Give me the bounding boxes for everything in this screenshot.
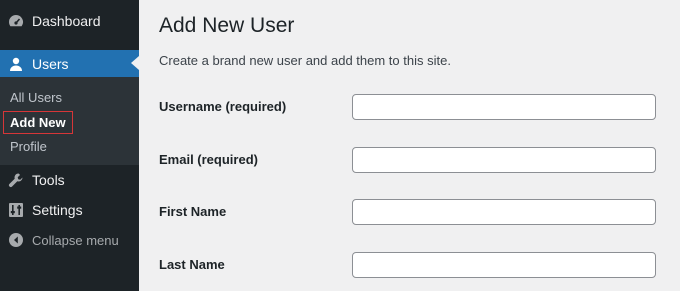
email-input[interactable] xyxy=(352,147,656,173)
users-submenu: All Users Add New Profile xyxy=(0,77,139,165)
menu-label-tools: Tools xyxy=(32,172,65,188)
username-input[interactable] xyxy=(352,94,656,120)
submenu-item-profile[interactable]: Profile xyxy=(10,139,47,154)
email-label: Email (required) xyxy=(159,152,258,167)
menu-label-dashboard: Dashboard xyxy=(32,13,101,29)
form-row-username: Username (required) xyxy=(159,94,659,120)
collapse-arrow-icon xyxy=(8,232,24,248)
submenu-item-all-users[interactable]: All Users xyxy=(10,90,62,105)
form-row-first-name: First Name xyxy=(159,199,659,225)
menu-label-collapse: Collapse menu xyxy=(32,232,119,248)
menu-item-dashboard[interactable]: Dashboard xyxy=(0,8,139,34)
submenu-item-add-new[interactable]: Add New xyxy=(3,111,73,134)
user-icon xyxy=(8,56,24,72)
form-row-email: Email (required) xyxy=(159,147,659,173)
menu-item-tools[interactable]: Tools xyxy=(0,168,139,192)
main-content: Add New User Create a brand new user and… xyxy=(139,0,680,291)
admin-sidebar: Dashboard Users All Users Add New Profil… xyxy=(0,0,139,291)
first-name-label: First Name xyxy=(159,204,227,219)
dashboard-icon xyxy=(8,13,24,29)
settings-sliders-icon xyxy=(8,202,24,218)
collapse-menu-button[interactable]: Collapse menu xyxy=(0,228,139,252)
wrench-icon xyxy=(8,172,24,188)
form-row-last-name: Last Name xyxy=(159,252,659,278)
last-name-label: Last Name xyxy=(159,257,225,272)
page-description: Create a brand new user and add them to … xyxy=(159,53,451,68)
menu-item-settings[interactable]: Settings xyxy=(0,198,139,222)
first-name-input[interactable] xyxy=(352,199,656,225)
username-label: Username (required) xyxy=(159,99,287,114)
wp-admin-screen: Dashboard Users All Users Add New Profil… xyxy=(0,0,680,291)
last-name-input[interactable] xyxy=(352,252,656,278)
page-title: Add New User xyxy=(159,14,295,37)
current-menu-arrow xyxy=(131,56,139,70)
menu-label-settings: Settings xyxy=(32,202,83,218)
menu-item-users[interactable]: Users xyxy=(0,50,139,77)
menu-label-users: Users xyxy=(32,55,69,72)
